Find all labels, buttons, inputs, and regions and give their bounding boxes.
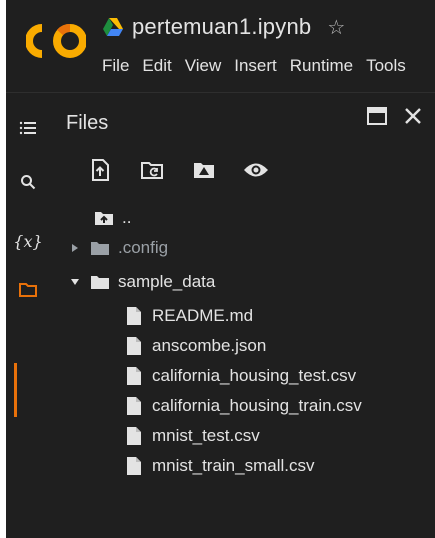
colab-frame: pertemuan1.ipynb ☆ File Edit View Insert Run… xyxy=(6,0,435,538)
folder-icon xyxy=(90,272,110,292)
mount-drive-icon[interactable] xyxy=(190,156,218,184)
upload-icon[interactable] xyxy=(86,156,114,184)
header-divider xyxy=(6,92,435,93)
chevron-right-icon[interactable] xyxy=(68,241,82,255)
parent-label: .. xyxy=(122,208,132,227)
title-row: pertemuan1.ipynb ☆ xyxy=(102,14,345,40)
file-icon xyxy=(124,426,144,446)
show-hidden-icon[interactable] xyxy=(242,156,270,184)
open-in-tab-icon[interactable] xyxy=(366,106,388,126)
variables-icon[interactable]: {x} xyxy=(6,226,50,256)
menu-item-tools[interactable]: Tools xyxy=(366,56,406,76)
notebook-title[interactable]: pertemuan1.ipynb xyxy=(132,14,311,40)
folder-row-sample-data[interactable]: sample_data xyxy=(68,270,215,294)
file-row[interactable]: README.md xyxy=(124,304,253,328)
menu-item-file[interactable]: File xyxy=(102,56,129,76)
files-toolbar xyxy=(86,156,270,184)
chevron-down-icon[interactable] xyxy=(68,275,82,289)
menu-item-insert[interactable]: Insert xyxy=(234,56,277,76)
folder-name: .config xyxy=(118,238,169,257)
menu-item-view[interactable]: View xyxy=(185,56,222,76)
file-row[interactable]: mnist_test.csv xyxy=(124,424,260,448)
drive-icon xyxy=(103,18,123,36)
file-name: mnist_train_small.csv xyxy=(152,456,315,475)
files-panel-title: Files xyxy=(66,112,109,134)
file-row[interactable]: california_housing_test.csv xyxy=(124,364,356,388)
file-icon xyxy=(124,336,144,356)
toc-icon[interactable] xyxy=(6,113,50,143)
file-name: california_housing_test.csv xyxy=(152,366,357,385)
file-icon xyxy=(124,306,144,326)
file-icon xyxy=(124,456,144,476)
active-indicator xyxy=(14,363,17,417)
colab-logo[interactable] xyxy=(26,24,86,58)
folder-up-icon xyxy=(94,208,114,228)
file-icon xyxy=(124,366,144,386)
menu-item-edit[interactable]: Edit xyxy=(142,56,171,76)
parent-directory[interactable]: .. xyxy=(94,206,131,230)
header: pertemuan1.ipynb ☆ File Edit View Insert Run… xyxy=(6,0,435,92)
file-name: california_housing_train.csv xyxy=(152,396,362,415)
folder-row-config[interactable]: .config xyxy=(68,236,168,260)
panel-actions xyxy=(366,106,422,126)
folder-icon[interactable] xyxy=(6,275,50,305)
search-icon[interactable] xyxy=(6,167,50,197)
menu-item-runtime[interactable]: Runtime xyxy=(290,56,353,76)
file-name: anscombe.json xyxy=(152,336,267,355)
file-row[interactable]: mnist_train_small.csv xyxy=(124,454,315,478)
folder-icon xyxy=(90,238,110,258)
menu-bar: File Edit View Insert Runtime Tools xyxy=(102,56,419,76)
file-row[interactable]: anscombe.json xyxy=(124,334,266,358)
file-name: mnist_test.csv xyxy=(152,426,260,445)
file-row[interactable]: california_housing_train.csv xyxy=(124,394,362,418)
close-icon[interactable] xyxy=(404,107,422,125)
star-icon[interactable]: ☆ xyxy=(327,15,345,40)
refresh-folder-icon[interactable] xyxy=(138,156,166,184)
file-name: README.md xyxy=(152,306,254,325)
file-icon xyxy=(124,396,144,416)
left-rail: {x} xyxy=(6,93,50,538)
folder-name: sample_data xyxy=(118,272,216,291)
